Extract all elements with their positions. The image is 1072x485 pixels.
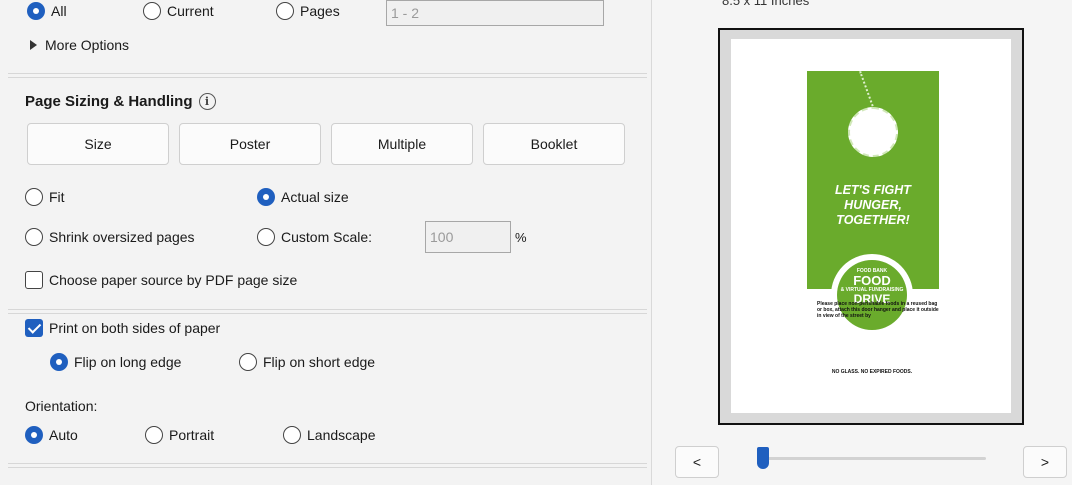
headline-line-1: LET'S FIGHT bbox=[835, 183, 911, 197]
orientation-auto-label: Auto bbox=[49, 427, 78, 443]
badge-inner: FOOD BANK FOOD & VIRTUAL FUNDRAISING DRI… bbox=[837, 260, 907, 330]
actual-size-option[interactable]: Actual size bbox=[257, 188, 349, 206]
short-edge-radio[interactable] bbox=[239, 353, 257, 371]
divider bbox=[8, 77, 647, 78]
pages-range-radio[interactable] bbox=[276, 2, 294, 20]
both-sides-option[interactable]: Print on both sides of paper bbox=[25, 319, 220, 337]
divider bbox=[8, 73, 647, 74]
pages-current-label: Current bbox=[167, 3, 214, 19]
divider bbox=[8, 309, 647, 310]
actual-size-radio[interactable] bbox=[257, 188, 275, 206]
shrink-option[interactable]: Shrink oversized pages bbox=[25, 228, 195, 246]
fit-label: Fit bbox=[49, 189, 65, 205]
more-options-toggle[interactable]: More Options bbox=[30, 37, 129, 53]
custom-scale-option[interactable]: Custom Scale: bbox=[257, 228, 372, 246]
divider bbox=[8, 313, 647, 314]
orientation-portrait-radio[interactable] bbox=[145, 426, 163, 444]
both-sides-checkbox[interactable] bbox=[25, 319, 43, 337]
food-drive-badge: FOOD BANK FOOD & VIRTUAL FUNDRAISING DRI… bbox=[831, 254, 913, 336]
pages-current-radio[interactable] bbox=[143, 2, 161, 20]
orientation-auto-option[interactable]: Auto bbox=[25, 426, 78, 444]
poster-button[interactable]: Poster bbox=[179, 123, 321, 165]
long-edge-label: Flip on long edge bbox=[74, 354, 182, 370]
hanger-hole bbox=[848, 107, 898, 157]
divider bbox=[8, 463, 647, 464]
divider bbox=[8, 467, 647, 468]
shrink-label: Shrink oversized pages bbox=[49, 229, 195, 245]
both-sides-label: Print on both sides of paper bbox=[49, 320, 221, 336]
more-options-label: More Options bbox=[45, 37, 130, 53]
orientation-auto-radio[interactable] bbox=[25, 426, 43, 444]
print-settings-panel: All Current Pages 1 - 2 More Options Pag… bbox=[0, 0, 650, 485]
long-edge-radio[interactable] bbox=[50, 353, 68, 371]
shrink-radio[interactable] bbox=[25, 228, 43, 246]
custom-scale-label: Custom Scale: bbox=[281, 229, 373, 245]
paper-size-label: 8.5 x 11 Inches bbox=[722, 0, 810, 8]
info-icon[interactable]: i bbox=[198, 93, 216, 110]
orientation-heading: Orientation: bbox=[25, 398, 98, 414]
percent-label: % bbox=[515, 230, 527, 245]
short-edge-option[interactable]: Flip on short edge bbox=[239, 353, 375, 371]
cut-line bbox=[859, 70, 877, 110]
size-button[interactable]: Size bbox=[27, 123, 169, 165]
hanger-headline: LET'S FIGHT HUNGER, TOGETHER! bbox=[807, 183, 939, 228]
paper-source-label: Choose paper source by PDF page size bbox=[49, 272, 298, 288]
page-preview: LET'S FIGHT HUNGER, TOGETHER! FOOD BANK … bbox=[718, 28, 1024, 425]
pages-all-option[interactable]: All bbox=[27, 2, 67, 20]
footer-note: NO GLASS. NO EXPIRED FOODS. bbox=[831, 369, 913, 375]
paper-source-checkbox[interactable] bbox=[25, 271, 43, 289]
pages-all-label: All bbox=[51, 3, 67, 19]
custom-scale-input[interactable]: 100 bbox=[425, 221, 511, 253]
next-page-button[interactable]: > bbox=[1023, 446, 1067, 478]
short-edge-label: Flip on short edge bbox=[263, 354, 376, 370]
custom-scale-radio[interactable] bbox=[257, 228, 275, 246]
orientation-portrait-option[interactable]: Portrait bbox=[145, 426, 214, 444]
pages-range-label: Pages bbox=[300, 3, 340, 19]
booklet-button[interactable]: Booklet bbox=[483, 123, 625, 165]
multiple-button[interactable]: Multiple bbox=[331, 123, 473, 165]
page-slider-thumb[interactable] bbox=[757, 447, 769, 469]
page-sizing-title: Page Sizing & Handling bbox=[25, 93, 193, 110]
pages-range-input[interactable]: 1 - 2 bbox=[386, 0, 604, 26]
orientation-landscape-radio[interactable] bbox=[283, 426, 301, 444]
badge-title-1: FOOD bbox=[853, 273, 891, 288]
instructions-text: Please place non-perishable foods in a r… bbox=[817, 301, 939, 319]
orientation-landscape-option[interactable]: Landscape bbox=[283, 426, 376, 444]
pages-range-option[interactable]: Pages bbox=[276, 2, 340, 20]
paper-source-option[interactable]: Choose paper source by PDF page size bbox=[25, 271, 297, 289]
pages-all-radio[interactable] bbox=[27, 2, 45, 20]
long-edge-option[interactable]: Flip on long edge bbox=[50, 353, 181, 371]
headline-line-3: TOGETHER! bbox=[836, 213, 910, 227]
previous-page-button[interactable]: < bbox=[675, 446, 719, 478]
preview-page: LET'S FIGHT HUNGER, TOGETHER! FOOD BANK … bbox=[731, 39, 1011, 413]
fit-option[interactable]: Fit bbox=[25, 188, 65, 206]
door-hanger-image: LET'S FIGHT HUNGER, TOGETHER! FOOD BANK … bbox=[807, 70, 939, 336]
orientation-portrait-label: Portrait bbox=[169, 427, 215, 443]
headline-line-2: HUNGER, bbox=[844, 198, 902, 212]
page-sizing-heading: Page Sizing & Handling i bbox=[25, 93, 216, 110]
fit-radio[interactable] bbox=[25, 188, 43, 206]
actual-size-label: Actual size bbox=[281, 189, 349, 205]
orientation-landscape-label: Landscape bbox=[307, 427, 376, 443]
page-slider-track[interactable] bbox=[758, 457, 986, 460]
pages-current-option[interactable]: Current bbox=[143, 2, 214, 20]
expand-arrow-icon bbox=[30, 40, 37, 50]
